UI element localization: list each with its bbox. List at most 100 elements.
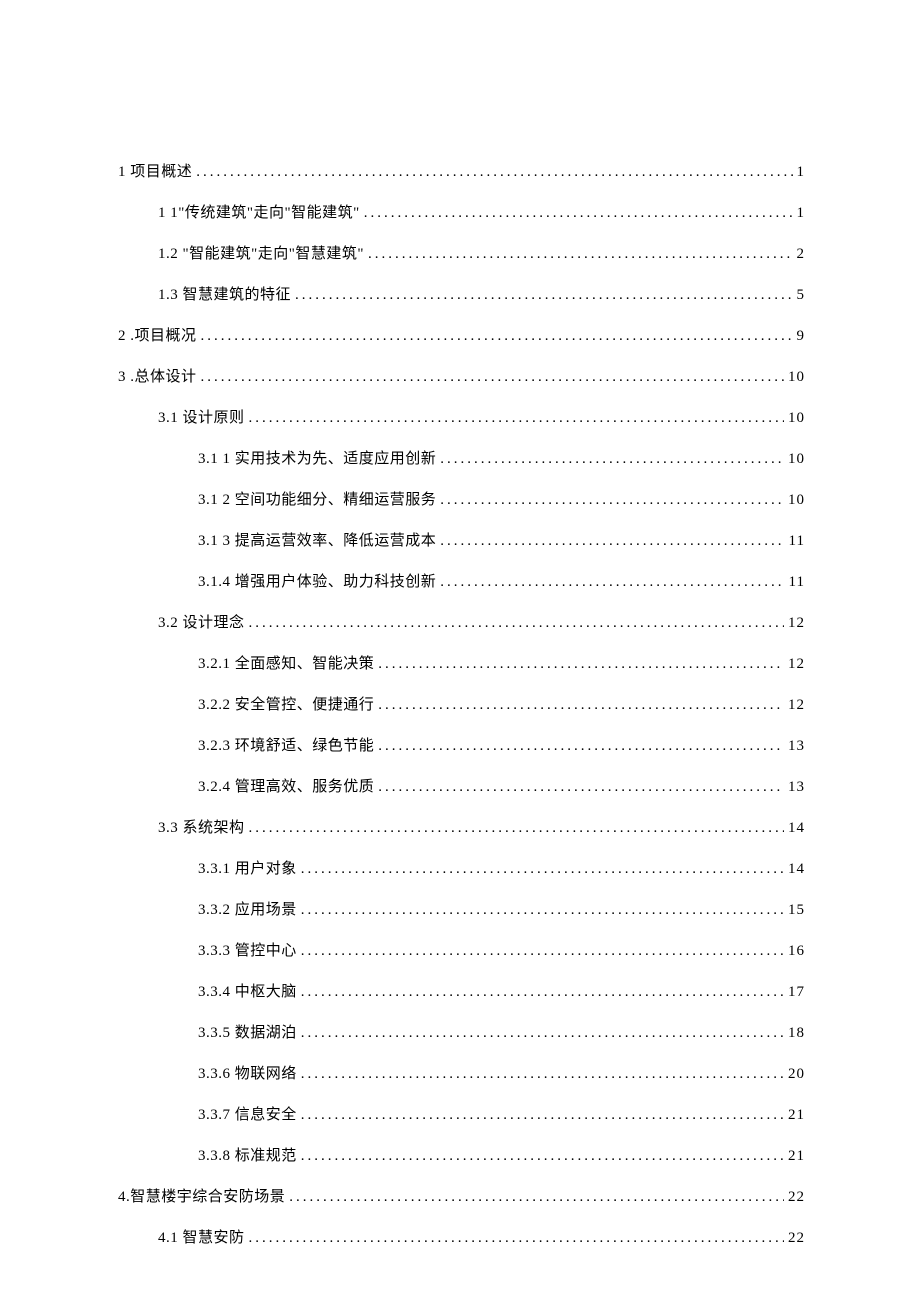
toc-leader-dots [301,861,784,878]
toc-page: 1 项目概述 1 1 1"传统建筑"走向"智能建筑" 1 1.2 "智能建筑"走向"智慧… [0,0,920,1301]
toc-entry: 3.3.1 用户对象 14 [118,857,805,878]
toc-leader-dots [196,164,792,181]
toc-leader-dots [249,615,784,632]
toc-entry-label: 3.3.2 应用场景 [198,898,297,919]
toc-leader-dots [301,1066,784,1083]
toc-leader-dots [301,943,784,960]
toc-entry-page: 18 [788,1025,805,1042]
toc-leader-dots [440,533,784,550]
toc-entry: 1 项目概述 1 [118,160,805,181]
toc-entry: 1 1"传统建筑"走向"智能建筑" 1 [118,201,805,222]
toc-entry-label: 3.1 设计原则 [158,406,245,427]
toc-entry-label: 3.3.7 信息安全 [198,1103,297,1124]
toc-leader-dots [301,984,784,1001]
toc-entry-page: 21 [788,1107,805,1124]
toc-entry-page: 22 [788,1189,805,1206]
toc-entry-page: 14 [788,861,805,878]
toc-entry-page: 10 [788,369,805,386]
toc-leader-dots [249,820,784,837]
toc-entry-label: 3.2.2 安全管控、便捷通行 [198,693,374,714]
toc-entry-label: 3.3.8 标准规范 [198,1144,297,1165]
toc-entry-label: 3.3.6 物联网络 [198,1062,297,1083]
toc-entry-label: 4.智慧楼宇综合安防场景 [118,1185,285,1206]
toc-entry: 4.智慧楼宇综合安防场景 22 [118,1185,805,1206]
toc-entry-page: 9 [797,328,806,345]
toc-leader-dots [295,287,792,304]
toc-entry-label: 4.1 智慧安防 [158,1226,245,1247]
toc-leader-dots [201,369,784,386]
toc-entry-label: 3.3.4 中枢大脑 [198,980,297,1001]
toc-leader-dots [201,328,793,345]
toc-entry-page: 1 [797,164,806,181]
toc-entry-page: 12 [788,697,805,714]
toc-entry-page: 12 [788,656,805,673]
toc-entry-label: 3 .总体设计 [118,365,197,386]
toc-leader-dots [301,902,784,919]
toc-entry: 3.2.3 环境舒适、绿色节能 13 [118,734,805,755]
toc-leader-dots [301,1025,784,1042]
toc-entry-label: 3.3.3 管控中心 [198,939,297,960]
toc-entry-label: 3.2.1 全面感知、智能决策 [198,652,374,673]
toc-entry-page: 16 [788,943,805,960]
toc-entry-label: 3.3.5 数据湖泊 [198,1021,297,1042]
toc-entry: 2 .项目概况 9 [118,324,805,345]
toc-entry: 3.1 设计原则 10 [118,406,805,427]
toc-entry-page: 12 [788,615,805,632]
toc-entry-page: 14 [788,820,805,837]
toc-entry: 3.3.5 数据湖泊 18 [118,1021,805,1042]
toc-leader-dots [440,492,784,509]
toc-entry: 1.3 智慧建筑的特征 5 [118,283,805,304]
toc-leader-dots [378,738,784,755]
toc-entry-label: 3.2 设计理念 [158,611,245,632]
toc-entry-page: 10 [788,492,805,509]
toc-leader-dots [301,1107,784,1124]
toc-leader-dots [249,410,784,427]
toc-leader-dots [440,574,784,591]
toc-entry-page: 10 [788,410,805,427]
toc-entry-label: 3.1.4 增强用户体验、助力科技创新 [198,570,436,591]
toc-entry: 3.3.2 应用场景15 [118,898,805,919]
toc-leader-dots [378,697,784,714]
toc-entry-page: 22 [788,1230,805,1247]
toc-entry: 3.1 2 空间功能细分、精细运营服务 10 [118,488,805,509]
toc-entry-label: 3.3 系统架构 [158,816,245,837]
toc-entry: 3.1 3 提高运营效率、降低运营成本 11 [118,529,805,550]
toc-entry: 3.2 设计理念 12 [118,611,805,632]
toc-entry-label: 1.3 智慧建筑的特征 [158,283,291,304]
toc-entry: 3.3.6 物联网络 20 [118,1062,805,1083]
toc-entry: 1.2 "智能建筑"走向"智慧建筑"2 [118,242,805,263]
toc-entry: 3.2.1 全面感知、智能决策 12 [118,652,805,673]
toc-leader-dots [368,246,793,263]
toc-entry: 3.3.4 中枢大脑 17 [118,980,805,1001]
toc-entry-label: 3.1 2 空间功能细分、精细运营服务 [198,488,436,509]
toc-entry-label: 3.1 1 实用技术为先、适度应用创新 [198,447,436,468]
toc-entry-page: 2 [797,246,806,263]
toc-entry-label: 3.3.1 用户对象 [198,857,297,878]
toc-entry-page: 17 [788,984,805,1001]
toc-entry-label: 3.1 3 提高运营效率、降低运营成本 [198,529,436,550]
toc-entry-label: 1 1"传统建筑"走向"智能建筑" [158,201,360,222]
toc-entry: 3.3 系统架构 14 [118,816,805,837]
toc-entry: 3.1 1 实用技术为先、适度应用创新 10 [118,447,805,468]
toc-entry: 3.3.8 标准规范 21 [118,1144,805,1165]
toc-entry: 3.3.7 信息安全 21 [118,1103,805,1124]
toc-entry-label: 2 .项目概况 [118,324,197,345]
toc-leader-dots [289,1189,784,1206]
toc-leader-dots [440,451,784,468]
toc-leader-dots [249,1230,784,1247]
toc-entry-page: 13 [788,779,805,796]
toc-leader-dots [364,205,793,222]
toc-entry-label: 1 项目概述 [118,160,192,181]
toc-entry-page: 10 [788,451,805,468]
toc-entry: 3.2.2 安全管控、便捷通行 12 [118,693,805,714]
toc-entry-page: 20 [788,1066,805,1083]
toc-entry-label: 3.2.4 管理高效、服务优质 [198,775,374,796]
toc-entry-page: 21 [788,1148,805,1165]
toc-entry-label: 3.2.3 环境舒适、绿色节能 [198,734,374,755]
toc-leader-dots [378,779,784,796]
toc-entry-page: 1 [797,205,806,222]
toc-entry-page: 11 [789,533,805,550]
toc-entry-page: 5 [797,287,806,304]
toc-entry-page: 13 [788,738,805,755]
toc-entry: 3 .总体设计 10 [118,365,805,386]
